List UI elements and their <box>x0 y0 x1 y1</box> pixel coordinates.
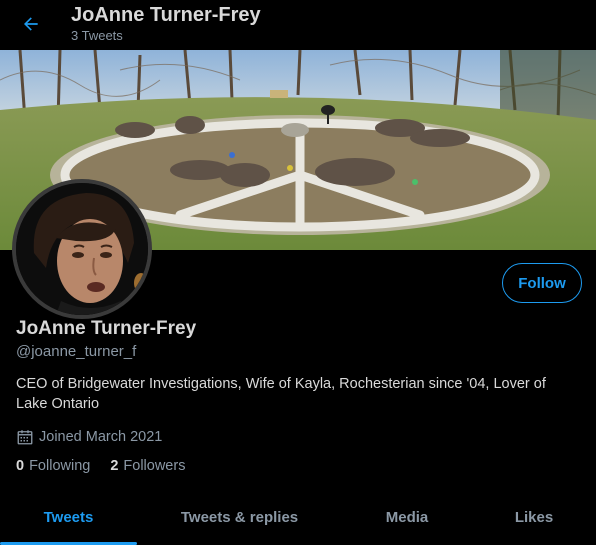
tab-tweets-replies[interactable]: Tweets & replies <box>137 490 342 545</box>
calendar-icon <box>16 428 34 446</box>
following-link[interactable]: 0 Following <box>16 458 90 474</box>
follow-button[interactable]: Follow <box>502 263 582 303</box>
profile-handle: @joanne_turner_f <box>16 343 137 360</box>
joined-date: Joined March 2021 <box>16 428 162 446</box>
followers-link[interactable]: 2 Followers <box>110 458 185 474</box>
following-label: Following <box>29 458 91 474</box>
follow-stats: 0 Following 2 Followers <box>16 458 205 474</box>
profile-bio: CEO of Bridgewater Investigations, Wife … <box>16 376 546 412</box>
followers-count: 2 <box>110 458 119 474</box>
profile-display-name: JoAnne Turner-Frey <box>16 318 197 339</box>
followers-label: Followers <box>123 458 186 474</box>
profile-tabs: Tweets Tweets & replies Media Likes <box>0 490 596 545</box>
tweet-count: 3 Tweets <box>71 28 123 43</box>
following-count: 0 <box>16 458 25 474</box>
arrow-left-icon <box>24 17 38 31</box>
tab-media[interactable]: Media <box>342 490 472 545</box>
profile-avatar[interactable] <box>12 179 152 319</box>
tab-likes[interactable]: Likes <box>472 490 596 545</box>
back-button[interactable] <box>16 9 46 39</box>
top-bar: JoAnne Turner-Frey 3 Tweets <box>0 0 596 50</box>
header-name: JoAnne Turner-Frey <box>71 4 261 26</box>
tab-tweets[interactable]: Tweets <box>0 490 137 545</box>
joined-text: Joined March 2021 <box>39 429 163 445</box>
avatar-image <box>16 183 148 315</box>
